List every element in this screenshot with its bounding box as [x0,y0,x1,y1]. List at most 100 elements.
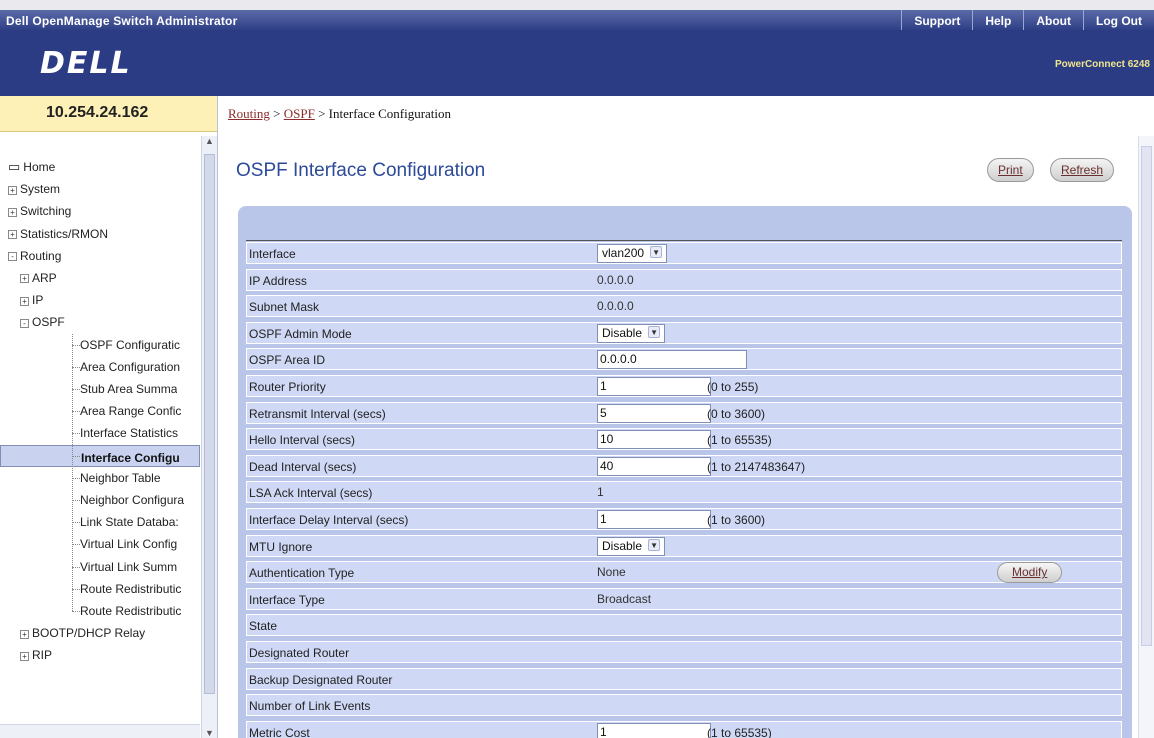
retransmit-interval-input[interactable]: 5 [597,403,711,423]
sidebar-scroll-thumb[interactable] [204,154,215,694]
sidebar-item-switching[interactable]: + Switching [8,200,71,222]
range-hint: (0 to 3600) [707,406,766,421]
expand-icon[interactable]: + [8,207,17,217]
row-state: State [246,614,1122,637]
scroll-down-icon[interactable]: ▼ [205,728,214,738]
ospf-admin-mode-select[interactable]: Disable ▼ [597,323,666,343]
field-label: Retransmit Interval (secs) [249,406,386,421]
range-hint: (0 to 255) [707,380,759,394]
sidebar-item-ospf[interactable]: - OSPF [20,311,65,333]
sidebar-item-routing[interactable]: - Routing [8,245,61,267]
about-link[interactable]: About [1023,10,1083,30]
logout-link[interactable]: Log Out [1083,10,1154,30]
lsa-ack-interval-value: 1 [597,485,604,500]
chevron-down-icon[interactable]: ▼ [648,325,661,338]
sidebar-item-system[interactable]: + System [8,178,60,200]
modify-button[interactable]: Modify [997,562,1063,584]
select-value: vlan200 [602,246,645,260]
sidebar-item-interface-configu[interactable]: Interface Configu [0,444,200,467]
row-ospf-admin-mode: OSPF Admin Mode Disable ▼ [246,321,1122,344]
print-button[interactable]: Print [987,158,1034,182]
range-hint: (1 to 3600) [707,513,766,527]
sidebar-item-arp[interactable]: + ARP [20,267,57,289]
field-label: Subnet Mask [249,300,320,315]
router-priority-input[interactable]: 1 [597,377,711,396]
breadcrumb-routing[interactable]: Routing [228,106,270,121]
interface-select[interactable]: vlan200 ▼ [597,244,668,263]
brand-bar: DELL PowerConnect 6248 [0,30,1154,96]
row-lsa-ack-interval: LSA Ack Interval (secs) 1 [246,481,1122,504]
sidebar-item-home[interactable]: ▭ Home [8,156,55,178]
support-link[interactable]: Support [901,10,972,30]
field-label: Interface Type [249,592,325,607]
metric-cost-input[interactable]: 1 [597,722,711,738]
main-scroll-thumb[interactable] [1141,146,1152,646]
sidebar-item-rip[interactable]: + RIP [20,644,52,666]
tree-connector [72,333,73,611]
scroll-up-icon[interactable]: ▲ [205,136,214,146]
sidebar-item-route-redistributic[interactable]: Route Redistributic [80,600,181,622]
sidebar-item-virtual-link-summ[interactable]: Virtual Link Summ [80,556,177,578]
row-authentication-type: Authentication Type None Modify [246,561,1122,584]
sidebar-item-label: Virtual Link Summ [80,559,178,574]
interface-delay-interval-input[interactable]: 1 [597,510,711,529]
collapse-icon[interactable]: - [20,318,29,328]
expand-icon[interactable]: + [20,274,29,284]
sidebar-item-area-range-confic[interactable]: Area Range Confic [80,400,181,422]
sidebar-item-label: Statistics/RMON [20,226,109,241]
sidebar-item-stub-area-summa[interactable]: Stub Area Summa [80,378,177,400]
expand-icon[interactable]: + [20,629,29,639]
field-label: Number of Link Events [249,699,371,714]
refresh-button[interactable]: Refresh [1050,158,1115,182]
field-label: State [249,619,278,634]
expand-icon[interactable]: + [8,185,17,195]
sidebar-item-bootp-dhcp-relay[interactable]: + BOOTP/DHCP Relay [20,622,145,644]
expand-icon[interactable]: + [20,651,29,661]
sidebar-item-virtual-link-config[interactable]: Virtual Link Config [80,533,177,555]
help-link[interactable]: Help [972,10,1023,30]
collapse-icon[interactable]: - [8,252,17,262]
sidebar-hscrollbar[interactable] [0,724,200,738]
sidebar-item-interface-statistics[interactable]: Interface Statistics [80,422,178,444]
field-label: OSPF Area ID [249,353,326,368]
sidebar-item-neighbor-configura[interactable]: Neighbor Configura [80,489,184,511]
sidebar-item-label: Area Range Confic [80,404,182,419]
subnet-mask-value: 0.0.0.0 [597,299,634,314]
chevron-down-icon[interactable]: ▼ [648,538,661,551]
select-value: Disable [602,325,643,340]
sidebar-item-label: IP [32,293,44,308]
expand-icon[interactable]: + [20,296,29,306]
sidebar-scrollbar[interactable]: ▲ ▼ [201,136,217,738]
authentication-type-value: None [597,565,626,580]
sidebar-item-area-configuration[interactable]: Area Configuration [80,356,180,378]
tree-connector [72,455,80,457]
expand-icon[interactable]: + [8,229,17,239]
mtu-ignore-select[interactable]: Disable ▼ [597,536,666,556]
sidebar-item-route-redistributic[interactable]: Route Redistributic [80,578,181,600]
sidebar-item-label: Home [23,160,56,174]
row-hello-interval: Hello Interval (secs) 10 (1 to 65535) [246,428,1122,451]
field-label: Router Priority [249,380,326,394]
sidebar-item-label: OSPF [32,315,65,330]
sidebar-item-statistics-rmon[interactable]: + Statistics/RMON [8,223,108,245]
sidebar-item-ospf-configuratic[interactable]: OSPF Configuratic [80,334,180,356]
dead-interval-input[interactable]: 40 [597,456,711,476]
row-router-priority: Router Priority 1 (0 to 255) [246,375,1122,397]
main-scrollbar[interactable] [1138,136,1154,738]
breadcrumb-current: Interface Configuration [328,106,452,121]
sidebar-item-ip[interactable]: + IP [20,289,43,311]
breadcrumb-ospf[interactable]: OSPF [284,106,315,121]
sidebar-item-link-state-databa[interactable]: Link State Databa: [80,511,179,533]
field-label: Authentication Type [249,566,355,581]
row-number-of-link-events: Number of Link Events [246,694,1122,717]
ospf-area-id-input[interactable]: 0.0.0.0 [597,350,747,370]
sidebar-item-neighbor-table[interactable]: Neighbor Table [80,467,161,489]
ip-address-value: 0.0.0.0 [597,272,634,287]
tree-connector [72,477,80,479]
tree-connector [72,411,80,413]
chevron-down-icon[interactable]: ▼ [650,246,663,258]
top-links: Support Help About Log Out [901,10,1154,30]
sidebar-item-label: Neighbor Configura [80,493,185,507]
hello-interval-input[interactable]: 10 [597,430,711,450]
row-ospf-area-id: OSPF Area ID 0.0.0.0 [246,348,1122,371]
